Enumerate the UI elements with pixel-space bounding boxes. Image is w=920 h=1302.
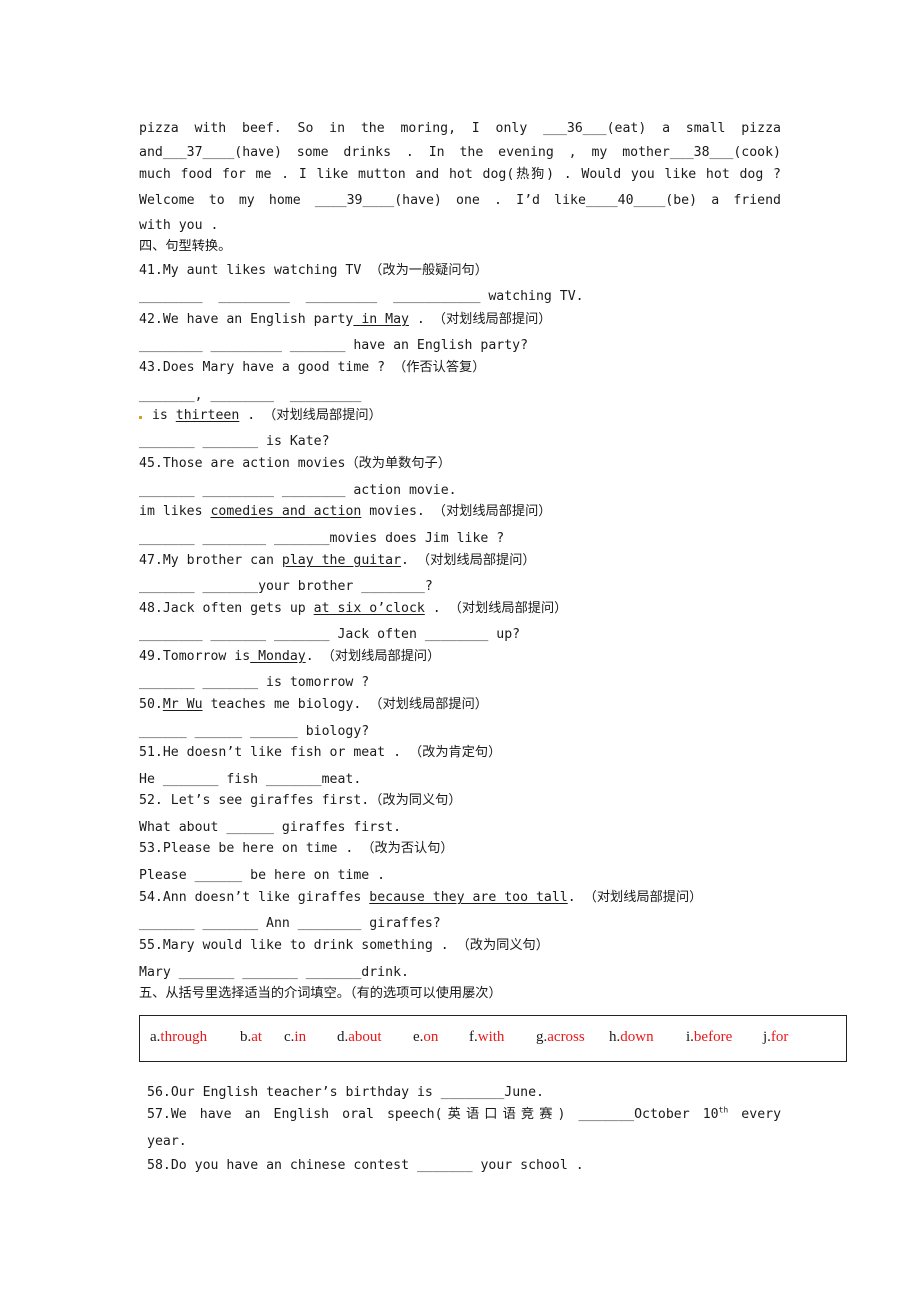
question-prompt: 47.My brother can play the guitar. （对划线局…: [139, 553, 536, 568]
option-item: h.down: [609, 1029, 654, 1045]
passage-line: Welcome to my home ____39____(have) one …: [139, 193, 781, 208]
instruction-hint: （对划线局部提问）: [416, 553, 536, 568]
underlined-part: at six o’clock: [313, 601, 425, 616]
underlined-part: comedies and action: [210, 504, 362, 519]
question-57: 57.We have an English oral speech(英语口语竞赛…: [147, 1105, 782, 1122]
option-item: j.for: [763, 1029, 789, 1045]
section-title: 五、从括号里选择适当的介词填空。（有的选项可以使用屡次）: [139, 986, 502, 1001]
answer-line[interactable]: ________ _________ _______ have an Engli…: [139, 338, 528, 354]
underlined-part: thirteen: [175, 408, 240, 423]
question-prompt: 48.Jack often gets up at six o’clock . （…: [139, 601, 568, 616]
instruction-hint: （对划线局部提问）: [432, 312, 552, 327]
question-prompt: 53.Please be here on time . （改为否认句）: [139, 841, 454, 856]
question-prompt: 50.Mr Wu teaches me biology. （对划线局部提问）: [139, 697, 488, 712]
passage-line: much food for me . I like mutton and hot…: [139, 167, 781, 182]
worksheet-page: pizza with beef. So in the moring, I onl…: [0, 0, 920, 1302]
answer-line[interactable]: _______ _________ ________ action movie.: [139, 483, 457, 499]
instruction-hint: （改为否认句）: [361, 841, 454, 856]
option-item: f.with: [469, 1029, 505, 1045]
underlined-part: play the guitar: [281, 553, 402, 568]
answer-line[interactable]: _______ _______your brother ________?: [139, 579, 433, 595]
answer-line[interactable]: _______ _______ is tomorrow ?: [139, 675, 369, 691]
answer-line[interactable]: ________ _________ _________ ___________…: [139, 289, 584, 305]
question-prompt: im likes comedies and action movies. （对划…: [139, 504, 552, 519]
instruction-hint: （作否认答复）: [393, 360, 486, 375]
instruction-hint: （对划线局部提问）: [369, 697, 488, 712]
answer-line[interactable]: _______, ________ _________: [139, 388, 361, 404]
underlined-part: in May: [353, 312, 409, 327]
question-prompt: 52. Let’s see giraffes first.（改为同义句）: [139, 793, 462, 808]
question-prompt: 43.Does Mary have a good time ? （作否认答复）: [139, 360, 486, 375]
question-prompt: 45.Those are action movies（改为单数句子）: [139, 456, 451, 471]
answer-line[interactable]: ______ ______ ______ biology?: [139, 724, 369, 740]
question-57-cont: year.: [147, 1134, 187, 1149]
instruction-hint: （对划线局部提问）: [448, 601, 568, 616]
option-item: b.at: [240, 1029, 263, 1045]
instruction-hint: （改为一般疑问句）: [369, 263, 488, 278]
question-prompt: 54.Ann doesn’t like giraffes because the…: [139, 890, 703, 905]
instruction-hint: （对划线局部提问）: [432, 504, 552, 519]
question-prompt: 41.My aunt likes watching TV （改为一般疑问句）: [139, 263, 488, 278]
passage-line: with you .: [139, 218, 219, 233]
question-prompt: 49.Tomorrow is Monday. （对划线局部提问）: [139, 649, 441, 664]
answer-line[interactable]: Mary _______ _______ _______drink.: [139, 965, 409, 981]
underlined-part: Monday: [250, 649, 306, 664]
instruction-hint: （对划线局部提问）: [583, 890, 703, 905]
instruction-hint: （改为单数句子）: [345, 456, 451, 471]
underlined-part: because they are too tall: [369, 890, 568, 905]
passage-line: and___37____(have) some drinks . In the …: [139, 145, 781, 160]
question-prompt: is thirteen . （对划线局部提问）: [139, 408, 382, 424]
answer-line[interactable]: _______ _______ is Kate?: [139, 434, 330, 450]
answer-line[interactable]: He _______ fish _______meat.: [139, 772, 361, 788]
section-title: 四、句型转换。: [139, 239, 232, 254]
option-item: g.across: [536, 1029, 585, 1045]
option-item: e.on: [413, 1029, 439, 1045]
question-prompt: 55.Mary would like to drink something . …: [139, 938, 549, 953]
option-item: c.in: [284, 1029, 307, 1045]
question-58: 58.Do you have an chinese contest ______…: [147, 1158, 584, 1173]
marker-dot: [139, 416, 142, 419]
answer-line[interactable]: Please ______ be here on time .: [139, 868, 385, 884]
option-item: i.before: [686, 1029, 733, 1045]
underlined-part: Mr Wu: [162, 697, 203, 712]
answer-line[interactable]: _______ _______ Ann ________ giraffes?: [139, 916, 441, 932]
question-prompt: 42.We have an English party in May . （对划…: [139, 312, 552, 327]
answer-line[interactable]: _______ ________ _______movies does Jim …: [139, 531, 504, 547]
instruction-hint: （改为同义句）: [369, 793, 462, 808]
instruction-hint: （对划线局部提问）: [263, 408, 382, 423]
instruction-hint: （改为肯定句）: [408, 745, 502, 760]
answer-line[interactable]: ________ _______ _______ Jack often ____…: [139, 627, 520, 643]
option-item: a.through: [150, 1029, 208, 1045]
answer-line[interactable]: What about ______ giraffes first.: [139, 820, 401, 836]
instruction-hint: （改为同义句）: [456, 938, 549, 953]
instruction-hint: （对划线局部提问）: [321, 649, 441, 664]
option-item: d.about: [337, 1029, 382, 1045]
question-prompt: 51.He doesn’t like fish or meat . （改为肯定句…: [139, 745, 502, 760]
question-56: 56.Our English teacher’s birthday is ___…: [147, 1085, 544, 1100]
passage-line: pizza with beef. So in the moring, I onl…: [139, 121, 781, 136]
